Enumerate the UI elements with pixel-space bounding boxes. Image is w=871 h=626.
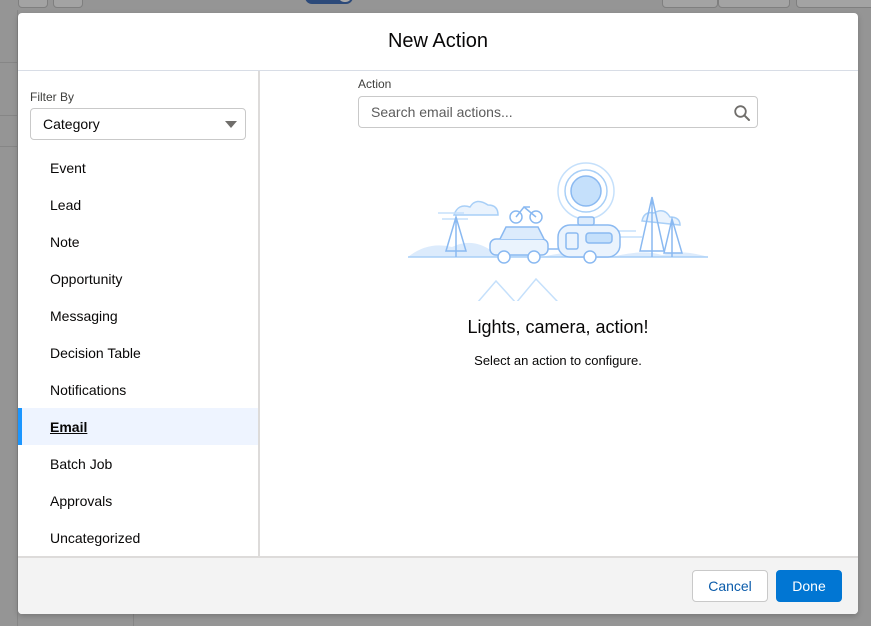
- background-column: [0, 10, 18, 626]
- category-item-uncategorized[interactable]: Uncategorized: [18, 519, 258, 556]
- search-icon[interactable]: [733, 104, 751, 122]
- background-divider: [0, 62, 18, 63]
- filter-by-label: Filter By: [30, 90, 75, 104]
- modal-footer: Cancel Done: [18, 556, 858, 614]
- background-divider: [0, 115, 18, 116]
- action-search-box: [358, 96, 758, 128]
- empty-state-title: Lights, camera, action!: [467, 317, 649, 337]
- camper-trailer-illustration: [408, 162, 708, 301]
- new-action-modal: New Action Filter By Category Event Lead N…: [18, 13, 858, 614]
- category-item-event[interactable]: Event: [18, 149, 258, 186]
- empty-state-subtitle: Select an action to configure.: [474, 353, 642, 368]
- category-panel: Filter By Category Event Lead Note Opportun…: [18, 71, 260, 556]
- category-item-approvals[interactable]: Approvals: [18, 482, 258, 519]
- cancel-button[interactable]: Cancel: [692, 570, 768, 602]
- category-item-batch-job[interactable]: Batch Job: [18, 445, 258, 482]
- filter-by-select[interactable]: Category: [30, 108, 246, 140]
- background-button: [796, 0, 871, 8]
- category-item-note[interactable]: Note: [18, 223, 258, 260]
- modal-header: New Action: [18, 13, 858, 71]
- category-item-messaging[interactable]: Messaging: [18, 297, 258, 334]
- background-button: [662, 0, 718, 8]
- action-panel: Action Search email actions... Lights, c…: [260, 71, 858, 556]
- action-label: Action: [358, 77, 392, 91]
- done-button[interactable]: Done: [776, 570, 842, 602]
- category-item-opportunity[interactable]: Opportunity: [18, 260, 258, 297]
- action-search-input[interactable]: [359, 97, 719, 127]
- background-button: [53, 0, 83, 8]
- category-list: Event Lead Note Opportunity Messaging Decisio…: [18, 149, 258, 556]
- background-divider: [0, 146, 18, 147]
- category-item-lead[interactable]: Lead: [18, 186, 258, 223]
- category-item-notifications[interactable]: Notifications: [18, 371, 258, 408]
- modal-body: Filter By Category Event Lead Note Opportun…: [18, 71, 858, 556]
- caret-down-icon: [225, 121, 237, 128]
- background-button: [18, 0, 48, 8]
- category-item-decision-table[interactable]: Decision Table: [18, 334, 258, 371]
- background-toggle: [305, 0, 353, 4]
- category-item-email[interactable]: Email: [18, 408, 258, 445]
- modal-title: New Action: [387, 30, 489, 52]
- background-button: [718, 0, 790, 8]
- filter-by-value: Category: [43, 116, 100, 132]
